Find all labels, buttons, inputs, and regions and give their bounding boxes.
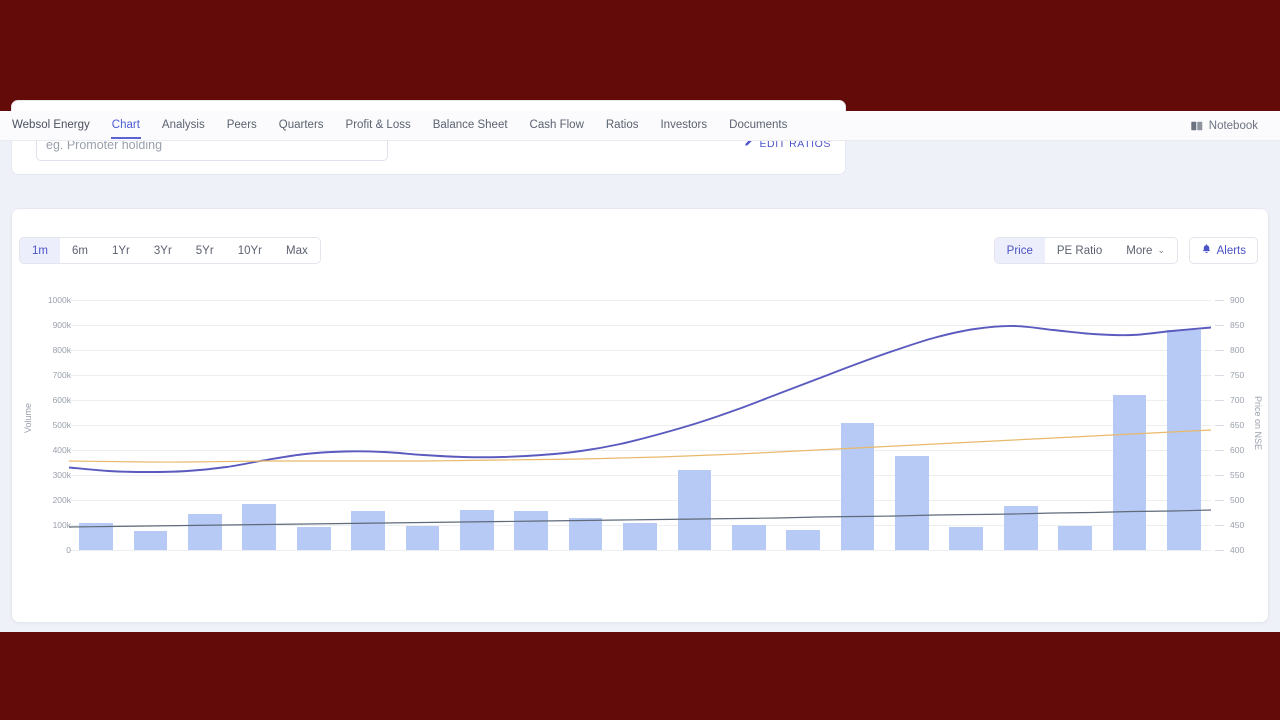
nav-item-investors[interactable]: Investors bbox=[649, 113, 718, 138]
line-200-dma bbox=[68, 509, 1212, 528]
line-50-dma bbox=[68, 429, 1212, 463]
nav-item-ratios[interactable]: Ratios bbox=[595, 113, 650, 138]
nav-item-documents[interactable]: Documents bbox=[718, 113, 798, 138]
line-price-on-nse bbox=[68, 325, 1212, 473]
notebook-button[interactable]: Notebook bbox=[1191, 120, 1268, 132]
nav-item-cash-flow[interactable]: Cash Flow bbox=[519, 113, 595, 138]
nav-item-profit-loss[interactable]: Profit & Loss bbox=[335, 113, 422, 138]
stock-chart[interactable]: Volume Price on NSE 0 100k 200k 300k 400k 500… bbox=[11, 208, 1269, 623]
nav-item-peers[interactable]: Peers bbox=[216, 113, 268, 138]
nav-item-websol-energy[interactable]: Websol Energy bbox=[12, 113, 101, 138]
company-nav-bar: Websol Energy Chart Analysis Peers Quarters P… bbox=[0, 111, 1280, 141]
browser-chrome-top bbox=[0, 0, 1280, 111]
book-icon bbox=[1191, 121, 1203, 131]
browser-chrome-bottom bbox=[0, 632, 1280, 720]
price-lines bbox=[68, 325, 1212, 528]
nav-item-chart[interactable]: Chart bbox=[101, 113, 151, 139]
screen: EDIT RATIOS Websol EnergyChartAnalysisPe… bbox=[0, 0, 1280, 720]
nav-items: Websol Energy Chart Analysis Peers Quarters P… bbox=[12, 113, 798, 139]
nav-item-balance-sheet[interactable]: Balance Sheet bbox=[422, 113, 519, 138]
nav-item-analysis[interactable]: Analysis bbox=[151, 113, 216, 138]
nav-item-quarters[interactable]: Quarters bbox=[268, 113, 335, 138]
notebook-label: Notebook bbox=[1208, 119, 1258, 132]
